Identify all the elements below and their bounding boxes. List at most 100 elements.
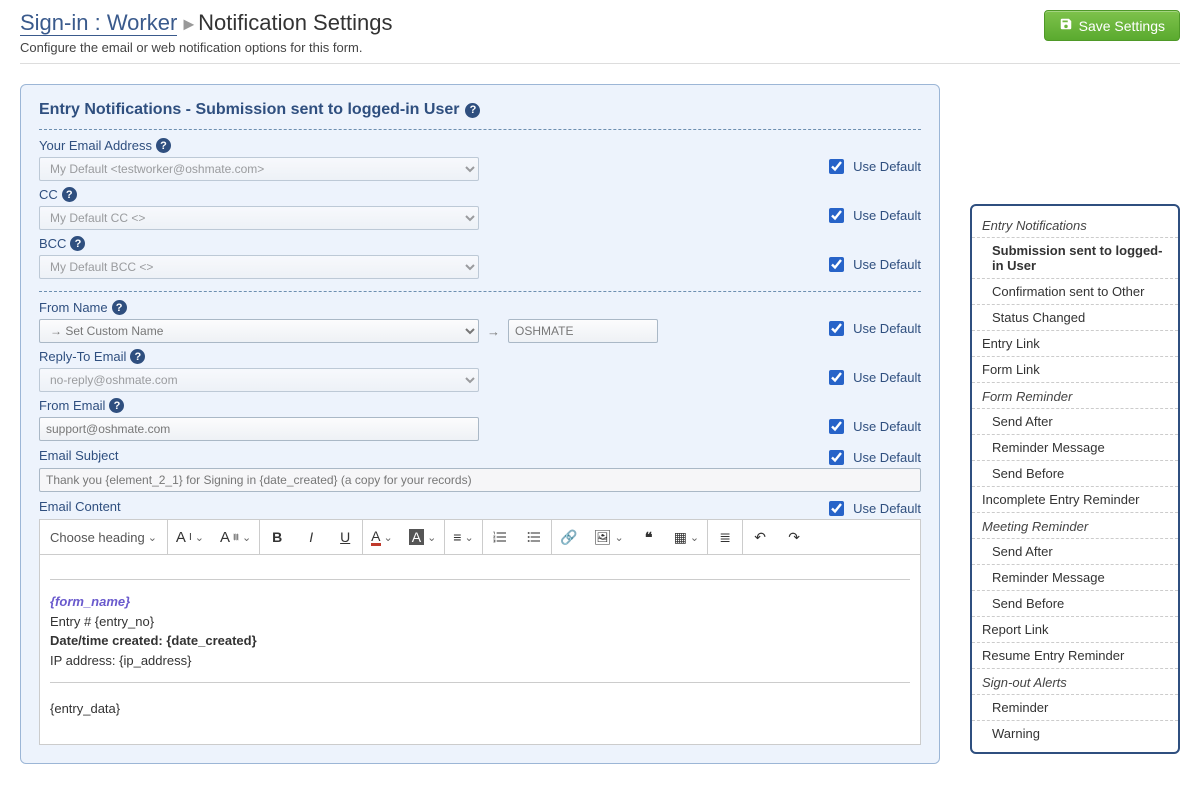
use-default-cc-checkbox[interactable] xyxy=(829,208,844,223)
use-default-cc[interactable]: Use Default xyxy=(825,187,921,226)
italic-button[interactable]: I xyxy=(294,520,328,554)
your-email-select[interactable]: My Default <testworker@oshmate.com> xyxy=(39,157,479,181)
link-button[interactable]: 🔗 xyxy=(552,520,586,554)
use-default-email-checkbox[interactable] xyxy=(829,159,844,174)
sidebar-section-form-reminder: Form Reminder xyxy=(972,383,1178,408)
redo-icon: ↷ xyxy=(788,529,800,546)
blockquote-button[interactable]: ❝ xyxy=(632,520,666,554)
use-default-bcc-checkbox[interactable] xyxy=(829,257,844,272)
cc-select[interactable]: My Default CC <> xyxy=(39,206,479,230)
content-label: Email Content xyxy=(39,499,121,514)
heading-dropdown[interactable]: Choose heading xyxy=(40,520,167,554)
sidebar-section-meeting-reminder: Meeting Reminder xyxy=(972,513,1178,538)
use-default-from-email[interactable]: Use Default xyxy=(825,398,921,437)
sidebar-item-alert-warning[interactable]: Warning xyxy=(972,721,1178,746)
use-default-bcc[interactable]: Use Default xyxy=(825,236,921,275)
sidebar-item-submission-sent[interactable]: Submission sent to logged-in User xyxy=(972,237,1178,279)
help-icon[interactable]: ? xyxy=(130,349,145,364)
image-button[interactable]: 🖼 xyxy=(586,520,632,554)
from-email-label: From Email xyxy=(39,398,105,413)
highlight-button[interactable]: A xyxy=(401,520,445,554)
sidebar-item-alert-reminder[interactable]: Reminder xyxy=(972,694,1178,721)
quote-icon: ❝ xyxy=(645,529,653,546)
save-settings-button[interactable]: Save Settings xyxy=(1044,10,1180,41)
sidebar-item-resume-entry[interactable]: Resume Entry Reminder xyxy=(972,643,1178,669)
table-icon: ▦ xyxy=(674,529,687,546)
use-default-content-checkbox[interactable] xyxy=(829,501,844,516)
entry-notifications-panel: Entry Notifications - Submission sent to… xyxy=(20,84,940,764)
page-title: Sign-in : Worker ▶ Notification Settings xyxy=(20,10,393,36)
sidebar-item-confirmation-other[interactable]: Confirmation sent to Other xyxy=(972,279,1178,305)
sidebar-item-meeting-send-before[interactable]: Send Before xyxy=(972,591,1178,617)
unordered-list-button[interactable] xyxy=(517,520,551,554)
content-line-date-label: Date/time created: xyxy=(50,633,166,648)
sidebar-item-report-link[interactable]: Report Link xyxy=(972,617,1178,643)
undo-button[interactable]: ↶ xyxy=(743,520,777,554)
save-icon xyxy=(1059,17,1073,34)
align-justify-button[interactable]: ≣ xyxy=(708,520,742,554)
sidebar-item-meeting-send-after[interactable]: Send After xyxy=(972,538,1178,565)
ordered-list-button[interactable] xyxy=(483,520,517,554)
sidebar-item-status-changed[interactable]: Status Changed xyxy=(972,305,1178,331)
font-size-button[interactable]: A꠲ xyxy=(212,520,259,554)
align-left-icon: ≡ xyxy=(453,529,461,545)
undo-icon: ↶ xyxy=(754,529,766,546)
image-icon: 🖼 xyxy=(594,529,612,546)
font-color-button[interactable]: A xyxy=(363,520,401,554)
use-default-reply-to[interactable]: Use Default xyxy=(825,349,921,388)
use-default-from-name[interactable]: Use Default xyxy=(825,300,921,339)
editor-toolbar: Choose heading AI A꠲ B I U A A xyxy=(39,519,921,555)
page-subtitle: Configure the email or web notification … xyxy=(20,40,393,55)
use-default-email[interactable]: Use Default xyxy=(825,138,921,177)
help-icon[interactable]: ? xyxy=(156,138,171,153)
link-icon: 🔗 xyxy=(560,529,577,546)
reply-to-label: Reply-To Email xyxy=(39,349,126,364)
subject-input[interactable] xyxy=(39,468,921,492)
sidebar-item-send-before[interactable]: Send Before xyxy=(972,461,1178,487)
use-default-reply-to-checkbox[interactable] xyxy=(829,370,844,385)
content-line-ip-label: IP address: xyxy=(50,653,119,668)
align-button[interactable]: ≡ xyxy=(445,520,481,554)
sidebar-item-meeting-reminder-message[interactable]: Reminder Message xyxy=(972,565,1178,591)
help-icon[interactable]: ? xyxy=(112,300,127,315)
from-name-input[interactable] xyxy=(508,319,658,343)
sidebar-item-reminder-message[interactable]: Reminder Message xyxy=(972,435,1178,461)
help-icon[interactable]: ? xyxy=(62,187,77,202)
underline-button[interactable]: U xyxy=(328,520,362,554)
arrow-right-icon: → xyxy=(483,324,504,339)
from-email-input[interactable] xyxy=(39,417,479,441)
cc-label: CC xyxy=(39,187,58,202)
sidebar-item-form-link[interactable]: Form Link xyxy=(972,357,1178,383)
sidebar-section-sign-out-alerts: Sign-out Alerts xyxy=(972,669,1178,694)
content-line-entry: Entry # xyxy=(50,614,95,629)
use-default-from-email-checkbox[interactable] xyxy=(829,419,844,434)
panel-title-text: Entry Notifications - Submission sent to… xyxy=(39,101,459,119)
content-entry-data: {entry_data} xyxy=(50,701,120,716)
use-default-from-name-checkbox[interactable] xyxy=(829,321,844,336)
editor-content-area[interactable]: {form_name} Entry # {entry_no} Date/time… xyxy=(39,555,921,745)
font-case-button[interactable]: AI xyxy=(168,520,212,554)
subject-label: Email Subject xyxy=(39,448,118,463)
bcc-select[interactable]: My Default BCC <> xyxy=(39,255,479,279)
redo-button[interactable]: ↷ xyxy=(777,520,811,554)
chevron-right-icon: ▶ xyxy=(183,16,198,32)
bold-button[interactable]: B xyxy=(260,520,294,554)
use-default-subject-checkbox[interactable] xyxy=(829,450,844,465)
table-button[interactable]: ▦ xyxy=(666,520,707,554)
use-default-content[interactable]: Use Default xyxy=(825,498,921,519)
sidebar-item-incomplete-entry[interactable]: Incomplete Entry Reminder xyxy=(972,487,1178,513)
sidebar-item-entry-link[interactable]: Entry Link xyxy=(972,331,1178,357)
from-name-select[interactable]: → Set Custom Name xyxy=(39,319,479,343)
help-icon[interactable]: ? xyxy=(465,103,480,118)
help-icon[interactable]: ? xyxy=(109,398,124,413)
sidebar-item-send-after[interactable]: Send After xyxy=(972,408,1178,435)
breadcrumb-link[interactable]: Sign-in : Worker xyxy=(20,10,177,36)
help-icon[interactable]: ? xyxy=(70,236,85,251)
settings-sidebar: Entry Notifications Submission sent to l… xyxy=(970,204,1180,754)
from-name-label: From Name xyxy=(39,300,108,315)
save-settings-label: Save Settings xyxy=(1079,18,1165,34)
use-default-subject[interactable]: Use Default xyxy=(825,447,921,468)
sidebar-section-entry-notifications: Entry Notifications xyxy=(972,212,1178,237)
reply-to-select[interactable]: no-reply@oshmate.com xyxy=(39,368,479,392)
content-form-name: {form_name} xyxy=(50,594,130,609)
